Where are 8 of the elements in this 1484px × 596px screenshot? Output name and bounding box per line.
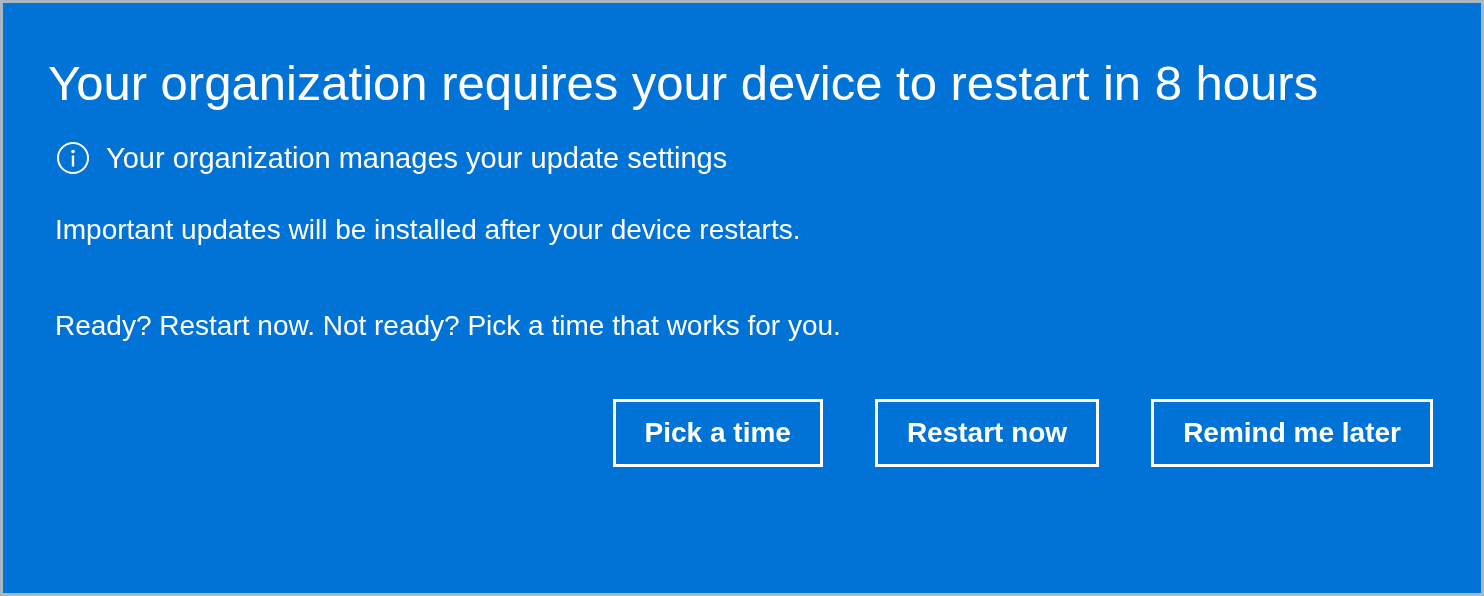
dialog-title: Your organization requires your device to restart in 8 hours xyxy=(48,55,1320,112)
message-text: Ready? Restart now. Not ready? Pick a time that works for you. xyxy=(55,309,842,343)
notice-text: Your organization manages your update settings xyxy=(106,141,728,175)
message-text: Important updates will be installed after your device restarts. xyxy=(55,213,802,247)
info-icon xyxy=(56,141,90,175)
action-button[interactable]: Pick a time xyxy=(612,399,823,467)
action-button[interactable]: Remind me later xyxy=(1151,399,1433,467)
action-button[interactable]: Restart now xyxy=(874,399,1100,467)
